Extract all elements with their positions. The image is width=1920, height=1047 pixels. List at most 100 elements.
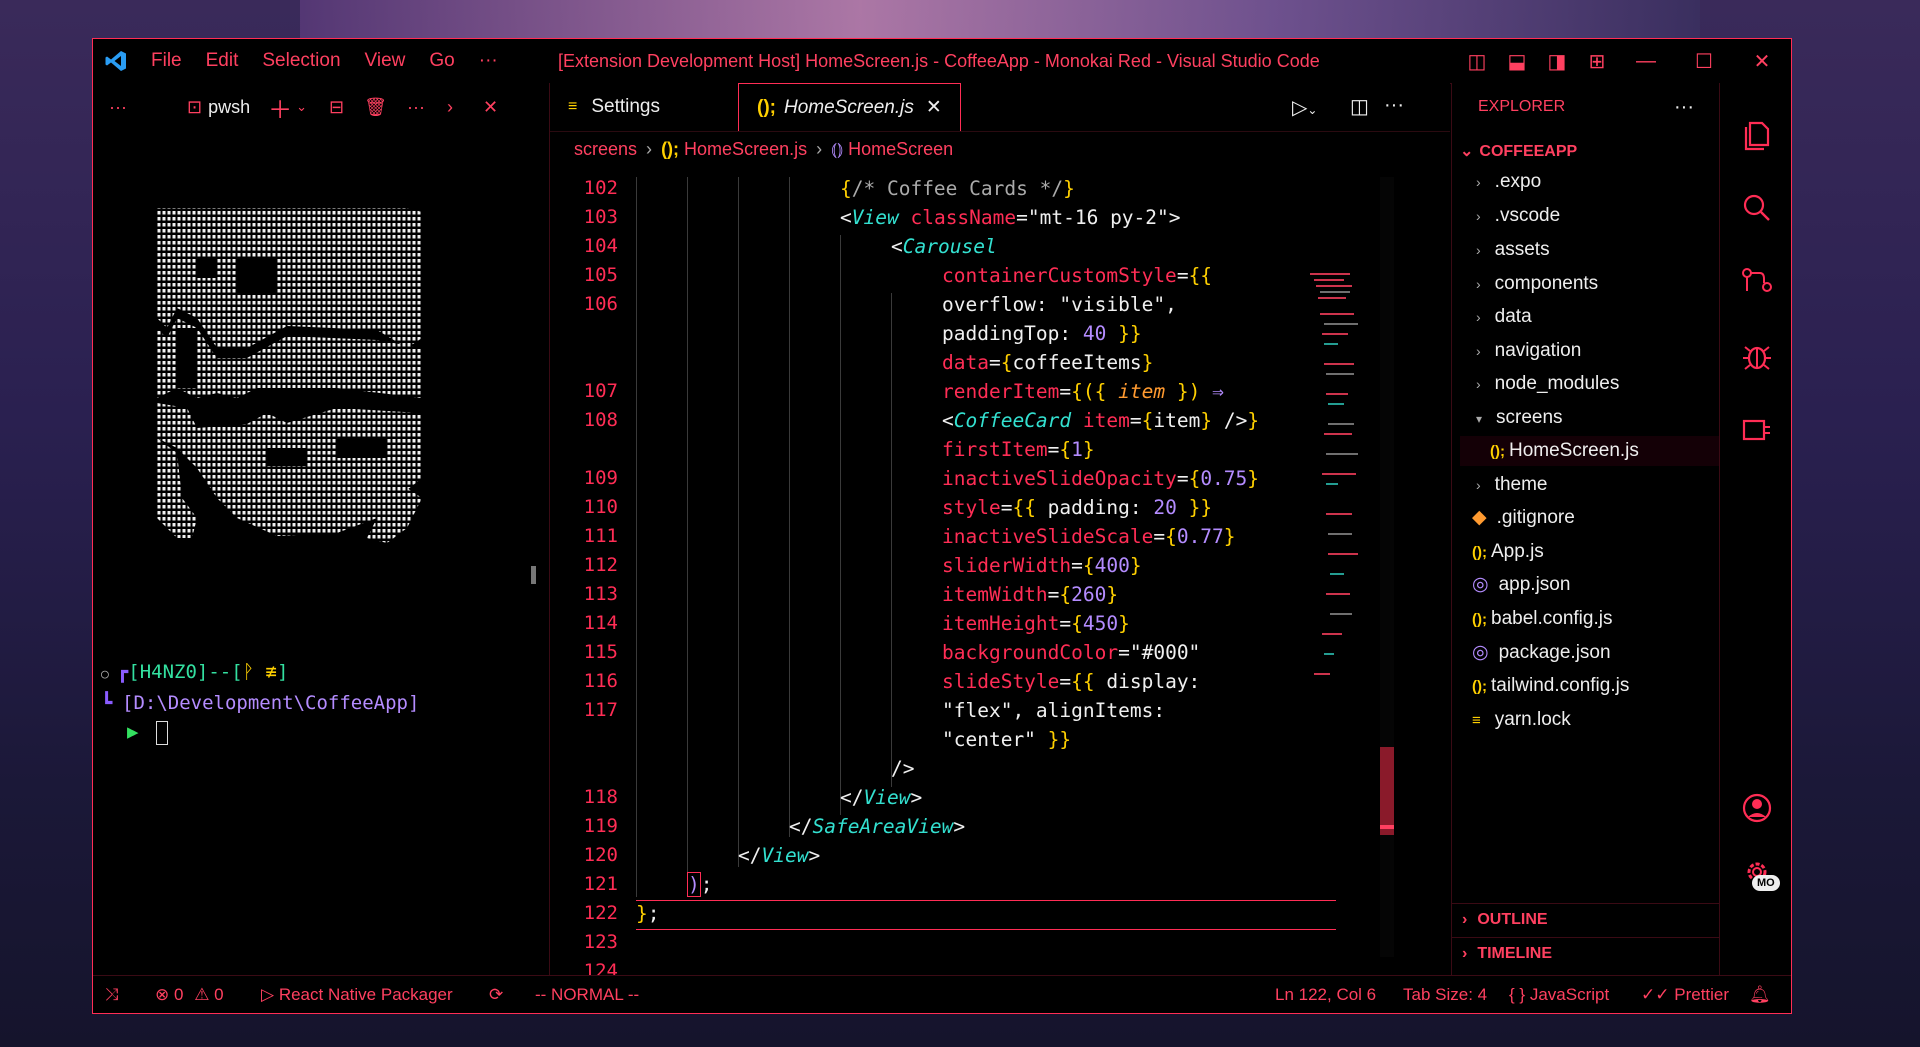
tree-item-app-js[interactable]: (); App.js [1472,537,1544,567]
line-number: 102 [583,177,618,199]
explorer-more-icon[interactable]: ··· [1674,83,1694,131]
outline-section[interactable]: › OUTLINE [1452,903,1720,936]
source-control-icon[interactable] [1738,261,1776,299]
breadcrumb-file[interactable]: HomeScreen.js [684,139,807,159]
line-number: 121 [583,873,618,895]
line-number: 117 [583,699,618,721]
tree-item-gitignore[interactable]: ◆ .gitignore [1472,503,1575,533]
toggle-secondary-sidebar-icon[interactable]: ◨ [1537,49,1577,74]
kill-terminal-icon[interactable]: 🗑 [364,97,387,118]
window-controls: ◫ ⬓ ◨ ⊞ — ☐ ✕ [1457,39,1791,83]
chevron-right-icon[interactable]: › [447,97,453,118]
editor-more-icon[interactable]: ··· [1384,94,1404,117]
tree-item-tailwind-config[interactable]: (); tailwind.config.js [1472,671,1629,701]
chevron-down-icon[interactable]: ⌄ [296,99,307,115]
remote-indicator-icon[interactable]: ⤨ [105,976,119,1013]
menu-selection[interactable]: Selection [250,50,352,72]
tree-item-node-modules[interactable]: › node_modules [1476,369,1619,399]
chevron-right-icon: › [1462,911,1468,928]
vim-mode: -- NORMAL -- [535,985,640,1004]
terminal-shell-icon[interactable]: ⊡ [187,97,202,118]
tab-settings[interactable]: ≡ Settings [550,83,724,131]
line-number: 122 [583,902,618,924]
tree-item-components[interactable]: › components [1476,269,1598,299]
code-line: <CoffeeCard item={item} />} [942,409,1260,432]
tree-item-assets[interactable]: › assets [1476,235,1550,265]
chevron-right-icon: › [1476,276,1481,292]
status-bar: ⤨ ⊗ 0 ⚠ 0 ▷ React Native Packager ⟳ -- N… [93,975,1791,1013]
line-number: 105 [583,264,618,286]
tree-item-yarn-lock[interactable]: ≡ yarn.lock [1472,705,1571,735]
cursor-position[interactable]: Ln 122, Col 6 [1275,976,1376,1013]
code-line: <Carousel [891,235,997,258]
double-check-icon: ✓✓ [1641,985,1670,1004]
tree-item-package-json[interactable]: ◎ package.json [1472,638,1611,668]
line-number: 107 [583,380,618,402]
code-line: slideStyle={{ display: [942,670,1201,693]
code-line: data={coffeeItems} [942,351,1154,374]
customize-layout-icon[interactable]: ⊞ [1577,49,1617,74]
debug-bug-icon[interactable] [1738,337,1776,375]
close-tab-icon[interactable]: ✕ [926,96,942,119]
tree-root[interactable]: ⌄ COFFEEAPP [1460,137,1577,167]
terminal-scrollbar[interactable] [531,566,536,584]
terminal-prompt[interactable]: ○ ┏[H4NZ0]--[ᚹ ≢] ┗ [D:\Development\Coffee… [101,658,419,747]
prompt-user-end: ] [276,661,289,683]
menu-file[interactable]: File [139,50,194,72]
tree-item-data[interactable]: › data [1476,302,1532,332]
close-panel-icon[interactable]: ✕ [483,97,498,118]
indent-guide [687,177,688,897]
toggle-panel-icon[interactable]: ⬓ [1497,49,1537,74]
close-button[interactable]: ✕ [1733,49,1791,74]
maximize-button[interactable]: ☐ [1675,49,1733,74]
warning-icon: ⚠ [194,985,210,1004]
braces-icon: { } [1509,985,1526,1004]
sync-icon[interactable]: ⟳ [489,976,503,1013]
tree-item-navigation[interactable]: › navigation [1476,336,1581,366]
terminal-actions-icon[interactable]: ··· [407,97,425,118]
line-number: 113 [583,583,618,605]
tree-item-app-json[interactable]: ◎ app.json [1472,570,1570,600]
formatter[interactable]: ✓✓ Prettier [1641,976,1729,1013]
toggle-sidebar-icon[interactable]: ◫ [1457,49,1497,74]
menu-more[interactable]: ··· [467,50,510,72]
tree-root-label: COFFEEAPP [1479,143,1578,160]
editor-scrollbar[interactable] [1380,177,1394,957]
react-native-packager[interactable]: ▷ React Native Packager [261,976,453,1013]
search-icon[interactable] [1738,189,1776,227]
terminal-more-icon[interactable]: ··· [109,97,169,118]
notifications-bell-icon[interactable]: 🔔︎ [1749,976,1771,1013]
symbol-icon: ⦅⦆ [831,139,844,159]
run-debug-icon[interactable]: ▷⌄ [1292,95,1317,120]
split-editor-icon[interactable]: ◫ [1350,94,1369,119]
chevron-right-icon: › [1476,376,1481,392]
timeline-section[interactable]: › TIMELINE [1452,937,1720,970]
menu-go[interactable]: Go [417,50,466,72]
menu-view[interactable]: View [353,50,418,72]
explorer-files-icon[interactable] [1738,117,1776,155]
tree-item-screens[interactable]: ▾ screens [1476,403,1563,433]
tab-size[interactable]: Tab Size: 4 [1403,976,1487,1013]
tree-item-vscode[interactable]: › .vscode [1476,201,1560,231]
split-terminal-icon[interactable]: ⊟ [329,97,344,118]
menu-edit[interactable]: Edit [194,50,251,72]
breadcrumb-symbol[interactable]: HomeScreen [848,139,953,159]
terminal-shell-label[interactable]: pwsh [208,97,250,118]
account-icon[interactable] [1738,789,1776,827]
breadcrumb-folder[interactable]: screens [574,139,637,159]
prompt-path: [D:\Development\CoffeeApp] [122,692,420,714]
minimap[interactable] [1310,273,1370,693]
minimize-button[interactable]: — [1617,50,1675,73]
tree-item-theme[interactable]: › theme [1476,470,1547,500]
scroll-thumb[interactable] [1380,747,1394,835]
tree-item-expo[interactable]: › .expo [1476,167,1541,197]
language-mode[interactable]: { } JavaScript [1509,976,1609,1013]
remote-explorer-icon[interactable] [1738,411,1776,449]
tab-homescreen[interactable]: (); HomeScreen.js ✕ [738,83,961,131]
tree-item-homescreen[interactable]: (); HomeScreen.js [1460,436,1720,466]
git-icon: ◆ [1472,507,1487,528]
problems-indicator[interactable]: ⊗ 0 ⚠ 0 [155,976,224,1013]
code-line: renderItem={({ item }) ⇒ [942,380,1224,403]
new-terminal-icon[interactable]: ＋ [268,90,292,125]
tree-item-babel-config[interactable]: (); babel.config.js [1472,604,1612,634]
